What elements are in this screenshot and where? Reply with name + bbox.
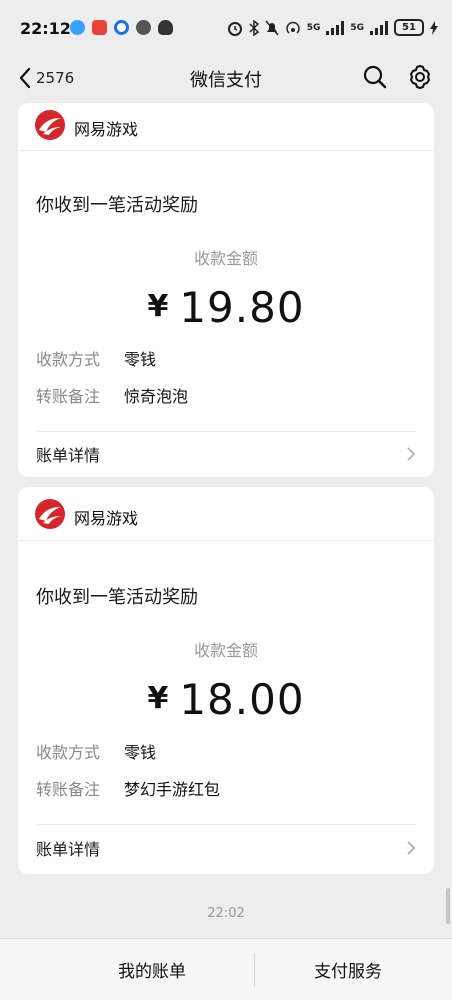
payment-message-card: 网易游戏 你收到一笔活动奖励 收款金额 ¥18.00 收款方式 零钱 转账备注 … bbox=[18, 487, 434, 874]
bill-detail-link[interactable]: 账单详情 bbox=[36, 437, 416, 471]
info-value: 零钱 bbox=[124, 350, 157, 369]
bottom-menu-bar: 我的账单 支付服务 bbox=[0, 938, 452, 1000]
nav-bar: 2576 微信支付 bbox=[0, 58, 452, 98]
info-row-note: 转账备注 惊奇泡泡 bbox=[36, 383, 188, 407]
amount-value: ¥18.00 bbox=[18, 675, 434, 724]
amount-value: ¥19.80 bbox=[18, 283, 434, 332]
card-header[interactable]: 网易游戏 bbox=[18, 487, 434, 541]
info-value: 惊奇泡泡 bbox=[124, 387, 189, 406]
signal-bars-icon bbox=[326, 20, 345, 35]
info-value: 零钱 bbox=[124, 743, 157, 762]
app-name: 网易游戏 bbox=[74, 509, 139, 528]
signal-bars-icon bbox=[370, 20, 388, 35]
info-key: 收款方式 bbox=[36, 743, 101, 762]
message-title: 你收到一笔活动奖励 bbox=[36, 587, 198, 608]
netease-logo-icon bbox=[35, 499, 65, 529]
amount-number: 18.00 bbox=[179, 675, 305, 724]
chevron-right-icon bbox=[407, 447, 416, 461]
info-row-method: 收款方式 零钱 bbox=[36, 739, 156, 763]
currency-symbol: ¥ bbox=[147, 289, 170, 324]
gear-icon[interactable] bbox=[406, 63, 434, 91]
qq-icon bbox=[158, 20, 173, 35]
info-key: 转账备注 bbox=[36, 780, 101, 799]
chevron-right-icon bbox=[407, 841, 416, 855]
info-row-method: 收款方式 零钱 bbox=[36, 346, 156, 370]
payment-services-button[interactable]: 支付服务 bbox=[314, 957, 382, 982]
app-notification-icon bbox=[70, 20, 85, 35]
amount-label: 收款金额 bbox=[193, 249, 258, 268]
bluetooth-icon bbox=[249, 19, 259, 36]
amount-number: 19.80 bbox=[179, 283, 305, 332]
mute-icon bbox=[265, 20, 279, 35]
my-bills-button[interactable]: 我的账单 bbox=[118, 957, 186, 982]
app-notification-icon bbox=[92, 20, 107, 35]
divider bbox=[36, 431, 416, 432]
status-indicators: 5G 5G 51 bbox=[227, 19, 438, 36]
charging-icon bbox=[430, 20, 438, 35]
search-icon[interactable] bbox=[362, 64, 388, 90]
divider bbox=[36, 824, 416, 825]
info-key: 收款方式 bbox=[36, 350, 101, 369]
scrollbar[interactable] bbox=[446, 888, 450, 924]
netease-logo-icon bbox=[35, 110, 65, 140]
alarm-icon bbox=[227, 21, 242, 36]
bill-detail-label: 账单详情 bbox=[36, 446, 101, 465]
app-notification-icon bbox=[114, 20, 129, 35]
currency-symbol: ¥ bbox=[147, 681, 170, 716]
network-5g-label: 5G bbox=[306, 22, 321, 33]
wechat-icon bbox=[136, 20, 151, 35]
info-key: 转账备注 bbox=[36, 387, 101, 406]
message-title: 你收到一笔活动奖励 bbox=[36, 195, 198, 216]
card-header[interactable]: 网易游戏 bbox=[18, 103, 434, 151]
status-bar: 22:12 5G 5G 51 bbox=[0, 0, 452, 58]
message-timestamp: 22:02 bbox=[207, 906, 245, 921]
battery-icon: 51 bbox=[394, 19, 424, 36]
divider bbox=[254, 953, 255, 987]
status-time: 22:12 bbox=[20, 19, 71, 38]
hotspot-icon bbox=[285, 21, 300, 34]
app-name: 网易游戏 bbox=[74, 120, 139, 139]
notification-icons bbox=[70, 20, 173, 35]
payment-message-card: 网易游戏 你收到一笔活动奖励 收款金额 ¥19.80 收款方式 零钱 转账备注 … bbox=[18, 103, 434, 477]
amount-label: 收款金额 bbox=[193, 641, 258, 660]
info-row-note: 转账备注 梦幻手游红包 bbox=[36, 776, 220, 800]
bill-detail-label: 账单详情 bbox=[36, 840, 101, 859]
network-5g-label: 5G bbox=[350, 22, 364, 33]
bill-detail-link[interactable]: 账单详情 bbox=[36, 831, 416, 865]
info-value: 梦幻手游红包 bbox=[124, 780, 221, 799]
